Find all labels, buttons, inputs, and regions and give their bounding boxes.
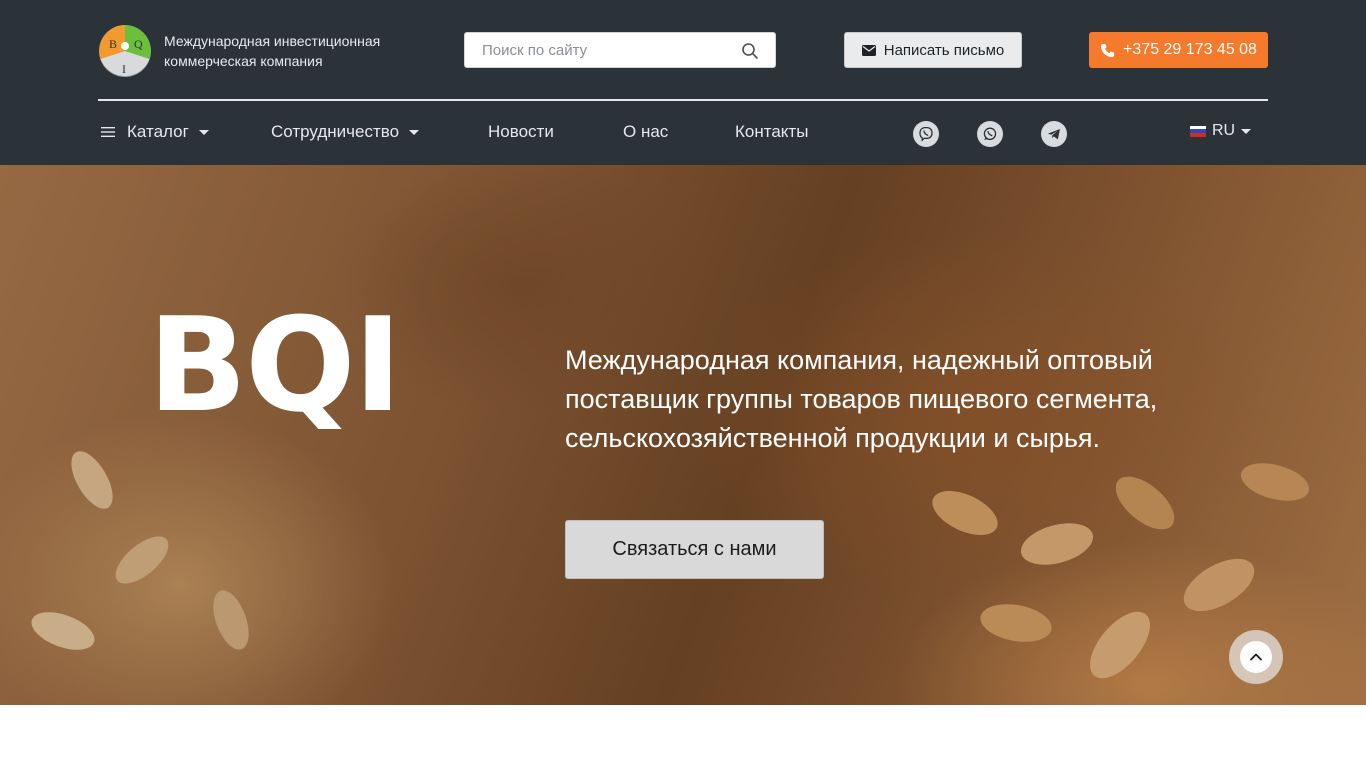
nav-item-news[interactable]: Новости	[488, 122, 554, 142]
hero-description: Международная компания, надежный оптовый…	[565, 341, 1265, 458]
hero-text-line-2: поставщик группы товаров пищевого сегмен…	[565, 384, 1158, 414]
contact-us-button[interactable]: Связаться с нами	[565, 520, 824, 579]
envelope-icon	[861, 44, 876, 56]
nav-label-about: О нас	[623, 122, 669, 141]
nav-label-contacts: Контакты	[735, 122, 809, 141]
telegram-icon	[1048, 129, 1060, 140]
caret-down-icon	[409, 129, 420, 135]
logo-icon: B Q I	[99, 25, 151, 77]
nav-label-cooperation: Сотрудничество	[271, 122, 400, 141]
tagline-line-2: коммерческая компания	[164, 53, 323, 69]
search-icon[interactable]	[741, 42, 759, 60]
language-switcher[interactable]: RU	[1190, 122, 1252, 140]
hero-text-line-1: Международная компания, надежный оптовый	[565, 345, 1153, 375]
write-letter-label: Написать письмо	[883, 41, 1005, 59]
scroll-to-top-button[interactable]	[1229, 630, 1283, 684]
header-top-row: B Q I Международная инвестиционная комме…	[98, 22, 1268, 78]
company-tagline: Международная инвестиционная коммерческа…	[164, 31, 424, 71]
phone-button[interactable]: +375 29 173 45 08	[1089, 32, 1268, 68]
logo-letter-q: Q	[134, 37, 143, 51]
phone-number: +375 29 173 45 08	[1123, 41, 1257, 58]
nav-label-catalog: Каталог	[127, 122, 189, 141]
hero-brand-title: BQI	[148, 289, 402, 441]
chevron-up-icon	[1250, 653, 1262, 661]
phone-icon	[1100, 43, 1115, 57]
russia-flag-icon	[1190, 125, 1206, 137]
hero-banner: BQI Международная компания, надежный опт…	[0, 165, 1366, 705]
viber-link[interactable]	[913, 121, 939, 147]
site-search	[464, 32, 776, 68]
whatsapp-icon	[983, 127, 997, 141]
nav-label-news: Новости	[488, 122, 554, 141]
caret-down-icon	[198, 129, 209, 135]
logo-letter-i: I	[122, 62, 126, 76]
telegram-link[interactable]	[1041, 121, 1067, 147]
site-header: B Q I Международная инвестиционная комме…	[0, 0, 1366, 165]
caret-down-icon	[1241, 128, 1252, 134]
nav-item-about[interactable]: О нас	[623, 122, 668, 142]
hero-text-line-3: сельскохозяйственной продукции и сырья.	[565, 423, 1101, 453]
company-logo[interactable]: B Q I	[98, 24, 152, 78]
nav-item-cooperation[interactable]: Сотрудничество	[271, 122, 420, 142]
whatsapp-link[interactable]	[977, 121, 1003, 147]
nav-item-catalog[interactable]: Каталог	[101, 122, 209, 142]
language-label: RU	[1212, 122, 1236, 139]
logo-letter-b: B	[109, 37, 117, 51]
scroll-to-top-inner	[1240, 641, 1272, 673]
viber-icon	[919, 126, 933, 142]
header-divider	[98, 99, 1268, 101]
search-input[interactable]	[465, 33, 735, 67]
main-nav: Каталог Сотрудничество Новости О нас Кон…	[98, 112, 1268, 152]
write-letter-button[interactable]: Написать письмо	[844, 32, 1022, 68]
menu-icon	[101, 127, 115, 137]
tagline-line-1: Международная инвестиционная	[164, 33, 381, 49]
nav-item-contacts[interactable]: Контакты	[735, 122, 808, 142]
